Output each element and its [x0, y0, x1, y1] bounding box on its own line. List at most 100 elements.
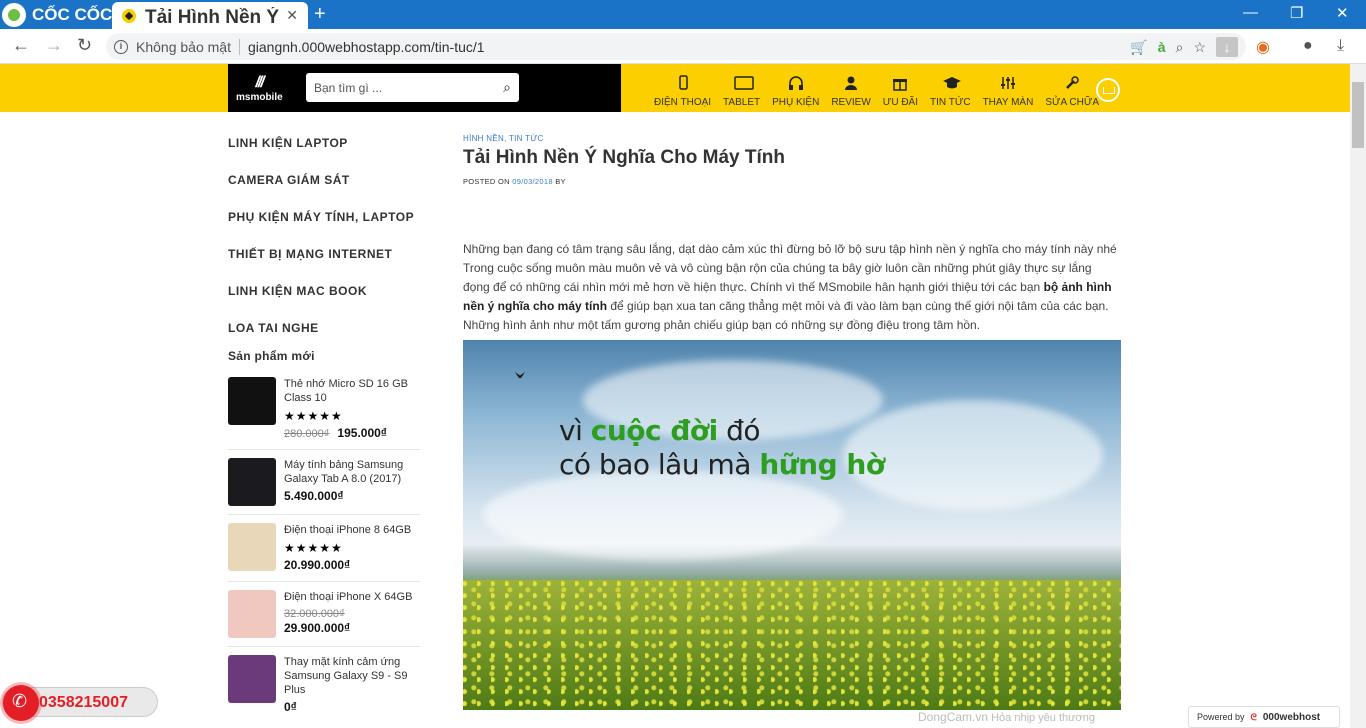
graduation-cap-icon [942, 75, 962, 91]
price: 195.000₫ [337, 426, 387, 440]
hero-line1-b: cuộc đời [590, 414, 719, 447]
old-price: 32.000.000₫ [284, 608, 345, 620]
cart-icon[interactable] [1096, 78, 1120, 102]
browser-tab-bar: CỐC CỐC Tải Hình Nền Ý Nghĩa Ch ✕ + — ❐ … [0, 0, 1366, 29]
page-scrollbar[interactable] [1350, 64, 1366, 728]
nav-uu-dai[interactable]: ƯU ĐÃI [877, 64, 924, 112]
profile-icon[interactable]: ● [1303, 37, 1313, 55]
headphones-icon [788, 75, 804, 91]
omnibox[interactable]: i Không bảo mật giangnh.000webhostapp.co… [106, 33, 1246, 60]
tab-close-icon[interactable]: ✕ [286, 7, 298, 24]
nav-thay-man[interactable]: THAY MÀN [977, 64, 1040, 112]
by-label: BY [555, 177, 566, 186]
new-tab-button[interactable]: + [314, 4, 326, 24]
powered-by-badge[interactable]: Powered by ᘓ 000webhost [1188, 706, 1340, 728]
downloads-icon[interactable]: ⤓ [1337, 37, 1344, 55]
image-watermark: DongCam.vn Hỏa nhịp yêu thương [918, 710, 1095, 724]
zoom-icon[interactable]: ⌕ [1176, 39, 1184, 56]
search-icon[interactable]: ⌕ [503, 79, 511, 96]
download-page-icon[interactable]: ↓ [1216, 37, 1238, 57]
price: 5.490.000₫ [284, 489, 344, 503]
address-bar: ← → ↻ i Không bảo mật giangnh.000webhost… [0, 29, 1366, 64]
info-icon[interactable]: i [114, 39, 128, 54]
reload-icon[interactable]: ↻ [77, 35, 92, 56]
nav-label: SỬA CHỮA [1045, 97, 1100, 108]
hotline-button[interactable]: 0358215007 [2, 685, 158, 721]
product-item[interactable]: Điện thoại iPhone X 64GB 32.000.000₫ 29.… [228, 582, 420, 647]
article-body: Những bạn đang có tâm trạng sâu lắng, dạ… [463, 240, 1121, 335]
article-categories[interactable]: HÌNH NỀN, TIN TỨC [463, 134, 1121, 143]
scrollbar-thumb[interactable] [1352, 82, 1364, 148]
product-item[interactable]: Máy tính bảng Samsung Galaxy Tab A 8.0 (… [228, 450, 420, 515]
back-icon[interactable]: ← [12, 35, 30, 56]
search-placeholder: Bạn tìm gì ... [314, 80, 383, 95]
product-name[interactable]: Thẻ nhớ Micro SD 16 GB Class 10 [284, 377, 420, 405]
omnibox-divider [238, 38, 240, 55]
nav-label: ƯU ĐÃI [882, 97, 918, 108]
search-input[interactable]: Bạn tìm gì ... ⌕ [306, 73, 519, 102]
flower-field [463, 580, 1121, 710]
host-name: 000webhost [1262, 711, 1321, 723]
bookmark-star-icon[interactable]: ☆ [1193, 39, 1206, 56]
post-date[interactable]: 09/03/2018 [512, 177, 553, 186]
category-link[interactable]: THIẾT BỊ MẠNG INTERNET [228, 236, 420, 273]
category-link[interactable]: PHỤ KIỆN MÁY TÍNH, LAPTOP [228, 199, 420, 236]
nav-phu-kien[interactable]: PHỤ KIỆN [766, 64, 825, 112]
category-link[interactable]: LOA TAI NGHE [228, 310, 420, 347]
url-text[interactable]: giangnh.000webhostapp.com/tin-tuc/1 [248, 39, 485, 55]
hero-line1-a: vì [559, 414, 591, 447]
nav-label: REVIEW [831, 97, 871, 108]
hotline-number[interactable]: 0358215007 [39, 694, 128, 712]
article: HÌNH NỀN, TIN TỨC Tải Hình Nền Ý Nghĩa C… [463, 112, 1121, 710]
watermark-text: Hỏa nhịp yêu thương [991, 712, 1095, 724]
nav-review[interactable]: REVIEW [825, 64, 876, 112]
window-close-icon[interactable]: ✕ [1336, 4, 1349, 22]
nav-label: ĐIỆN THOẠI [654, 97, 712, 108]
translate-icon[interactable]: à [1158, 39, 1166, 55]
product-name[interactable]: Điện thoại iPhone 8 64GB [284, 523, 411, 537]
nav-label: TABLET [723, 97, 761, 108]
product-name[interactable]: Điện thoại iPhone X 64GB [284, 590, 412, 604]
product-thumbnail[interactable] [228, 377, 276, 425]
hero-image: vì cuộc đời đó có bao lâu mà hững hờ [463, 340, 1121, 710]
site-logo[interactable]: /// msmobile [236, 74, 283, 103]
product-thumbnail[interactable] [228, 523, 276, 571]
article-title: Tải Hình Nền Ý Nghĩa Cho Máy Tính [463, 147, 785, 168]
browser-brand[interactable]: CỐC CỐC [2, 2, 112, 28]
new-products-title: Sản phẩm mới [228, 349, 315, 363]
hero-line1-c: đó [717, 414, 761, 447]
extension-icon[interactable]: ◉ [1256, 37, 1270, 57]
product-name[interactable]: Máy tính bảng Samsung Galaxy Tab A 8.0 (… [284, 458, 420, 486]
category-link[interactable]: LINH KIỆN LAPTOP [228, 125, 420, 162]
tab-title: Tải Hình Nền Ý Nghĩa Ch [145, 6, 280, 28]
rating-stars: ★★★★★ [284, 409, 343, 423]
product-item[interactable]: Thẻ nhớ Micro SD 16 GB Class 10 ★★★★★ 28… [228, 369, 420, 450]
nav-label: PHỤ KIỆN [772, 97, 820, 108]
price: 0₫ [284, 700, 297, 714]
nav-tablet[interactable]: TABLET [717, 64, 766, 112]
old-price: 280.000₫ [284, 428, 330, 440]
forward-icon[interactable]: → [45, 35, 63, 56]
product-thumbnail[interactable] [228, 458, 276, 506]
restore-icon[interactable]: ❐ [1290, 4, 1303, 22]
product-thumbnail[interactable] [228, 590, 276, 638]
product-thumbnail[interactable] [228, 655, 276, 703]
nav-dien-thoai[interactable]: ĐIỆN THOẠI [648, 64, 717, 112]
minimize-icon[interactable]: — [1243, 4, 1258, 21]
coccoc-logo-icon [2, 3, 26, 27]
tablet-icon [733, 75, 754, 91]
category-link[interactable]: LINH KIỆN MAC BOOK [228, 273, 420, 310]
product-item[interactable]: Thay mặt kính cảm ứng Samsung Galaxy S9 … [228, 647, 420, 723]
wrench-icon [1064, 75, 1080, 91]
shopping-cart-icon[interactable]: 🛒 [1130, 39, 1147, 56]
phone-call-icon[interactable] [3, 685, 39, 721]
price: 29.900.000₫ [284, 621, 351, 635]
product-item[interactable]: Điện thoại iPhone 8 64GB ★★★★★ 20.990.00… [228, 515, 420, 582]
gift-icon [892, 75, 908, 91]
sidebar: LINH KIỆN LAPTOP CAMERA GIÁM SÁT PHỤ KIỆ… [228, 112, 420, 723]
browser-tab[interactable]: Tải Hình Nền Ý Nghĩa Ch ✕ [112, 2, 308, 29]
product-name[interactable]: Thay mặt kính cảm ứng Samsung Galaxy S9 … [284, 655, 420, 697]
nav-tin-tuc[interactable]: TIN TỨC [924, 64, 977, 112]
browser-brand-label: CỐC CỐC [32, 5, 113, 24]
category-link[interactable]: CAMERA GIÁM SÁT [228, 162, 420, 199]
